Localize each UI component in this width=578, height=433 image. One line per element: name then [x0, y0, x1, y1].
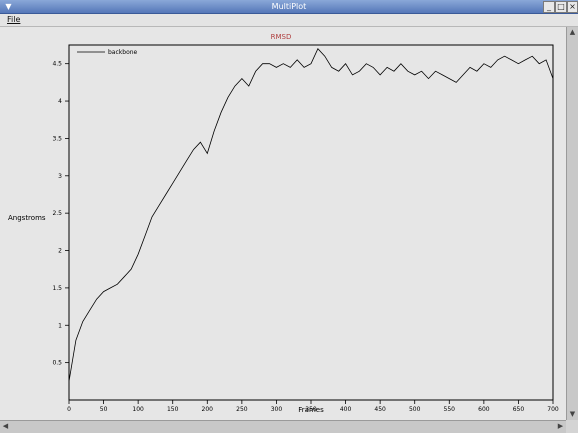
x-axis-label: Frames	[298, 406, 324, 414]
menubar: File	[0, 14, 578, 27]
y-axis: 0.5 1 1.5 2 2.5 3 3.5 4 4.5	[52, 61, 69, 367]
x-tick-label: 0	[67, 406, 71, 413]
y-tick-label: 4	[58, 98, 62, 105]
menu-file[interactable]: File	[7, 14, 20, 26]
y-tick-label: 4.5	[52, 61, 62, 68]
vertical-scrollbar[interactable]: ▲ ▼	[566, 27, 578, 420]
y-tick-label: 1	[58, 322, 62, 329]
close-icon[interactable]: ×	[567, 1, 578, 13]
scroll-right-icon[interactable]: ▶	[555, 421, 566, 432]
window-titlebar[interactable]: ▼ MultiPlot _ □ ×	[0, 0, 578, 14]
plot-frame	[68, 44, 554, 401]
horizontal-scrollbar[interactable]: ◀ ▶	[0, 420, 566, 433]
x-tick-label: 150	[167, 406, 179, 413]
y-tick-label: 3.5	[52, 135, 62, 142]
y-axis-label: Angstroms	[8, 214, 46, 222]
x-tick-label: 250	[236, 406, 248, 413]
y-tick-label: 1.5	[52, 285, 62, 292]
window-title: MultiPlot	[271, 2, 307, 11]
scroll-up-icon[interactable]: ▲	[567, 27, 578, 38]
plot-area: RMSD 0 50 100 150 200 250 300 350 400 450 500 550 60…	[0, 27, 566, 420]
rmsd-chart: RMSD 0 50 100 150 200 250 300 350 400 450 500 550 60…	[8, 33, 559, 414]
series-line-backbone	[68, 47, 554, 382]
chart-title: RMSD	[271, 33, 292, 41]
y-tick-label: 3	[58, 173, 62, 180]
y-tick-label: 2	[58, 248, 62, 255]
x-tick-label: 200	[202, 406, 214, 413]
x-tick-label: 450	[374, 406, 386, 413]
legend: backbone	[77, 49, 138, 56]
x-tick-label: 100	[132, 406, 144, 413]
legend-label: backbone	[108, 49, 138, 56]
maximize-icon[interactable]: □	[555, 1, 567, 13]
x-tick-label: 400	[340, 406, 352, 413]
x-tick-label: 300	[271, 406, 283, 413]
scroll-left-icon[interactable]: ◀	[0, 421, 11, 432]
x-tick-label: 550	[444, 406, 456, 413]
y-tick-label: 2.5	[52, 210, 62, 217]
x-tick-label: 500	[409, 406, 421, 413]
scroll-down-icon[interactable]: ▼	[567, 409, 578, 420]
minimize-icon[interactable]: _	[543, 1, 555, 13]
x-tick-label: 650	[513, 406, 525, 413]
y-tick-label: 0.5	[52, 360, 62, 367]
x-tick-label: 700	[547, 406, 559, 413]
x-tick-label: 600	[478, 406, 490, 413]
x-tick-label: 50	[100, 406, 108, 413]
